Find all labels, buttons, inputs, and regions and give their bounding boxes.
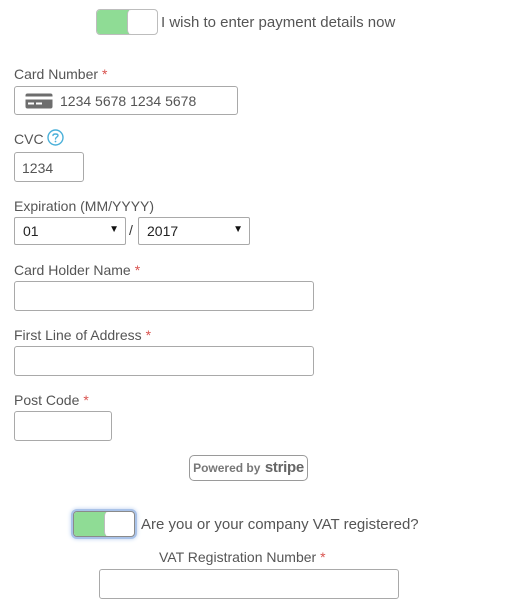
chevron-down-icon: ▼ [233, 224, 243, 235]
card-number-field[interactable]: 1234 5678 1234 5678 [14, 86, 238, 115]
vat-number-label: VAT Registration Number * [159, 549, 326, 565]
post-code-label: Post Code * [14, 392, 89, 408]
chevron-down-icon: ▼ [109, 224, 119, 235]
powered-by-text: Powered by [193, 461, 261, 475]
toggle-knob[interactable] [127, 10, 157, 34]
card-holder-field[interactable] [14, 281, 314, 311]
expiration-label: Expiration (MM/YYYY) [14, 198, 155, 214]
address-line1-field[interactable] [14, 346, 314, 376]
year-value: 2017 [147, 223, 179, 239]
cvc-value: 1234 [22, 160, 54, 176]
expiration-month-select[interactable]: 01 ▼ [14, 217, 126, 245]
cvc-field[interactable]: 1234 [14, 152, 84, 182]
address-line1-label: First Line of Address * [14, 327, 152, 343]
stripe-logo: stripe [264, 459, 304, 476]
toggle-on-track [74, 512, 106, 536]
toggle-knob[interactable] [104, 512, 134, 536]
payment-toggle-label: I wish to enter payment details now [161, 14, 396, 31]
credit-card-icon [25, 93, 53, 114]
expiration-year-select[interactable]: 2017 ▼ [138, 217, 250, 245]
vat-toggle-label: Are you or your company VAT registered? [141, 516, 419, 533]
payment-details-toggle[interactable] [96, 9, 158, 35]
vat-registered-toggle[interactable] [73, 511, 135, 537]
expiration-separator: / [129, 222, 133, 238]
cvc-label: CVC [14, 131, 44, 147]
card-number-label: Card Number * [14, 66, 108, 82]
month-value: 01 [23, 223, 39, 239]
post-code-field[interactable] [14, 411, 112, 441]
question-circle-icon[interactable] [47, 129, 64, 151]
card-number-value: 1234 5678 1234 5678 [60, 93, 197, 109]
toggle-on-track [97, 10, 129, 34]
card-holder-label: Card Holder Name * [14, 262, 141, 278]
powered-by-stripe-badge[interactable]: Powered by stripe [189, 455, 308, 481]
vat-number-field[interactable] [99, 569, 399, 599]
